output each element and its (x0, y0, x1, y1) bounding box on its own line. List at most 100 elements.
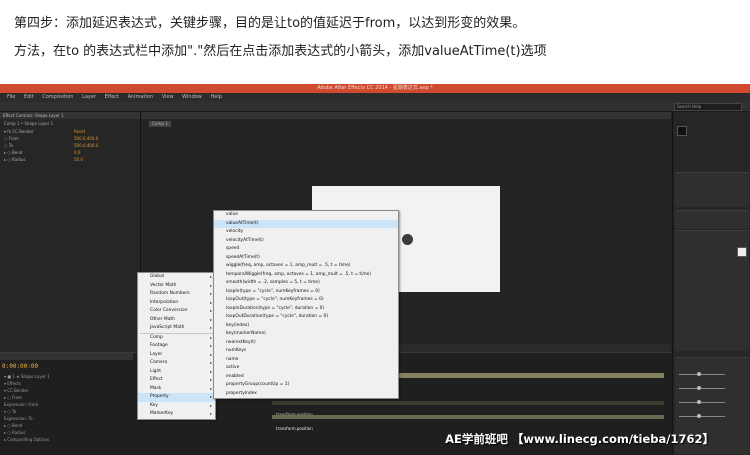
menu-item-temporal-wiggle[interactable]: temporalWiggle(freq, amp, octaves = 1, a… (214, 271, 398, 280)
menu-item-speed[interactable]: speed (214, 245, 398, 254)
menu-item-wiggle[interactable]: wiggle(freq, amp, octaves = 1, amp_mult … (214, 262, 398, 271)
menu-file[interactable]: File (7, 94, 15, 100)
menu-item-loop-out-duration[interactable]: loopOutDuration(type = "cycle", duration… (214, 313, 398, 322)
menu-item-enabled[interactable]: enabled (214, 373, 398, 382)
menu-item-effect[interactable]: Effect ▸ (138, 376, 215, 385)
effect-prop-value[interactable]: Reset (74, 129, 85, 134)
menu-item-smooth[interactable]: smooth(width = .2, samples = 5, t = time… (214, 279, 398, 288)
timeline-row[interactable]: ▾ Effects (4, 381, 21, 386)
shape-dot[interactable] (402, 234, 413, 245)
menu-item-property-group[interactable]: propertyGroup(countUp = 1) (214, 381, 398, 390)
preview-panel (675, 172, 749, 207)
menu-item-key-marker[interactable]: key(markerName) (214, 330, 398, 339)
timeline-row[interactable]: ▾ ○ To (4, 409, 16, 414)
timeline-row[interactable]: ▸ Compositing Options (4, 437, 49, 442)
chevron-right-icon: ▸ (209, 402, 212, 408)
menu-item-other-math[interactable]: Other Math ▸ (138, 316, 215, 325)
menu-effect[interactable]: Effect (105, 94, 119, 100)
timeline-row[interactable]: ▸ ○ From (4, 395, 22, 400)
instruction-method: 方法，在to 的表达式栏中添加"."然后在点击添加表达式的小箭头，添加value… (14, 44, 547, 59)
menu-item-speed-at-time[interactable]: speedAtTime(t) (214, 254, 398, 263)
comp-sub-tab[interactable]: Comp 1 (149, 121, 171, 127)
menu-item-property-index[interactable]: propertyIndex (214, 390, 398, 399)
timeline-row[interactable]: ▸ ○ Bend (4, 423, 22, 428)
timecode-display[interactable]: 0:00:00:00 (2, 363, 38, 370)
chevron-right-icon: ▸ (209, 325, 212, 330)
effect-prop-label[interactable]: ○ To (4, 143, 13, 148)
menu-composition[interactable]: Composition (42, 94, 73, 100)
effect-controls-tab[interactable]: Effect Controls: Shape Layer 1 (0, 112, 140, 119)
menu-item-loop-out[interactable]: loopOut(type = "cycle", numKeyframes = 0… (214, 296, 398, 305)
fill-color-swatch[interactable] (677, 126, 687, 136)
menu-item-camera[interactable]: Camera ▸ (138, 359, 215, 368)
timeline-row[interactable]: ▾ CC Bender (4, 388, 29, 393)
menu-item-light[interactable]: Light ▸ (138, 368, 215, 377)
timeline-row[interactable]: Expression: To (4, 416, 33, 421)
menu-item-key-index[interactable]: key(index) (214, 322, 398, 331)
effect-prop-value[interactable]: 0.0 (74, 150, 80, 155)
instruction-step: 第四步：添加延迟表达式，关键步骤，目的是让to的值延迟于from，以达到形变的效… (14, 16, 526, 31)
effect-prop-label[interactable]: ▾ fx CC Bender (4, 129, 34, 134)
menu-item-random-numbers[interactable]: Random Numbers ▸ (138, 290, 215, 299)
app-title: Adobe After Effects CC 2014 - 星期表达式.aep … (0, 84, 750, 93)
indent-slider[interactable] (679, 386, 725, 390)
timeline-row[interactable]: Expression: From (4, 402, 38, 407)
chevron-right-icon: ▸ (209, 291, 212, 296)
effect-prop-label[interactable]: ▸ ○ Bend (4, 150, 22, 155)
menu-item-key[interactable]: Key ▸ (138, 402, 215, 411)
menu-item-mask[interactable]: Mask ▸ (138, 385, 215, 394)
menu-item-layer[interactable]: Layer ▸ (138, 351, 215, 360)
effect-prop-value[interactable]: 500.0,400.0 (74, 136, 98, 141)
chevron-right-icon: ▸ (209, 282, 212, 288)
menu-layer[interactable]: Layer (82, 94, 96, 100)
menu-item-value[interactable]: value (214, 211, 398, 220)
menu-item-markerkey[interactable]: MarkerKey ▸ (138, 410, 215, 419)
stroke-color-swatch[interactable] (737, 247, 747, 257)
effect-prop-label[interactable]: ▸ ○ Radius (4, 157, 25, 162)
space-slider[interactable] (679, 400, 725, 404)
expression-field-to[interactable]: transform.position (272, 415, 664, 431)
menu-item-velocity-at-time[interactable]: velocityAtTime(t) (214, 237, 398, 246)
spacing-slider[interactable] (679, 414, 725, 418)
menu-item-vector-math[interactable]: Vector Math ▸ (138, 282, 215, 291)
menu-item-loop-in-duration[interactable]: loopInDuration(type = "cycle", duration … (214, 305, 398, 314)
effect-prop-label[interactable]: ○ From (4, 136, 19, 141)
composition-tabs[interactable] (141, 112, 671, 119)
menu-edit[interactable]: Edit (24, 94, 34, 100)
menu-item-nearest-key[interactable]: nearestKey(t) (214, 339, 398, 348)
menu-item-comp[interactable]: Comp ▸ (138, 334, 215, 343)
menu-item-footage[interactable]: Footage ▸ (138, 342, 215, 351)
expression-text-to[interactable]: transform.position (272, 426, 313, 431)
chevron-right-icon: ▸ (209, 334, 212, 340)
chevron-right-icon: ▸ (209, 385, 212, 391)
timeline-row[interactable]: ▾ ■ 1 ★ Shape Layer 1 (4, 374, 50, 379)
menu-item-loop-in[interactable]: loopIn(type = "cycle", numKeyframes = 0) (214, 288, 398, 297)
menu-item-property[interactable]: Property ▸ (138, 393, 215, 402)
align-slider[interactable] (679, 372, 725, 376)
chevron-right-icon: ▸ (209, 308, 212, 313)
menu-help[interactable]: Help (210, 94, 221, 100)
search-help-input[interactable]: Search Help (674, 103, 742, 111)
chevron-right-icon: ▸ (209, 368, 212, 374)
chevron-right-icon: ▸ (209, 316, 212, 322)
timeline-tab[interactable] (0, 353, 133, 360)
effect-prop-value[interactable]: 500.0,400.0 (74, 143, 98, 148)
menu-item-name[interactable]: name (214, 356, 398, 365)
menu-item-color-conversion[interactable]: Color Conversion ▸ (138, 307, 215, 316)
expression-field-from[interactable]: transform.position (272, 401, 664, 417)
effect-prop-value[interactable]: 50.0 (74, 157, 83, 162)
menu-item-velocity[interactable]: velocity (214, 228, 398, 237)
menu-bar: File Edit Composition Layer Effect Anima… (0, 93, 750, 102)
effect-controls-panel: Effect Controls: Shape Layer 1 Comp 1 • … (0, 112, 141, 352)
menu-item-value-at-time[interactable]: valueAtTime(t) (214, 219, 398, 228)
timeline-row[interactable]: ▸ ○ Radius (4, 430, 25, 435)
menu-window[interactable]: Window (182, 94, 202, 100)
menu-item-javascript-math[interactable]: JavaScript Math ▸ (138, 324, 215, 333)
info-panel (675, 210, 749, 229)
menu-animation[interactable]: Animation (128, 94, 154, 100)
menu-item-num-keys[interactable]: numKeys (214, 347, 398, 356)
menu-item-active[interactable]: active (214, 364, 398, 373)
menu-view[interactable]: View (162, 94, 174, 100)
menu-item-interpolation[interactable]: Interpolation ▸ (138, 299, 215, 308)
menu-item-global[interactable]: Global ▸ (138, 273, 215, 282)
